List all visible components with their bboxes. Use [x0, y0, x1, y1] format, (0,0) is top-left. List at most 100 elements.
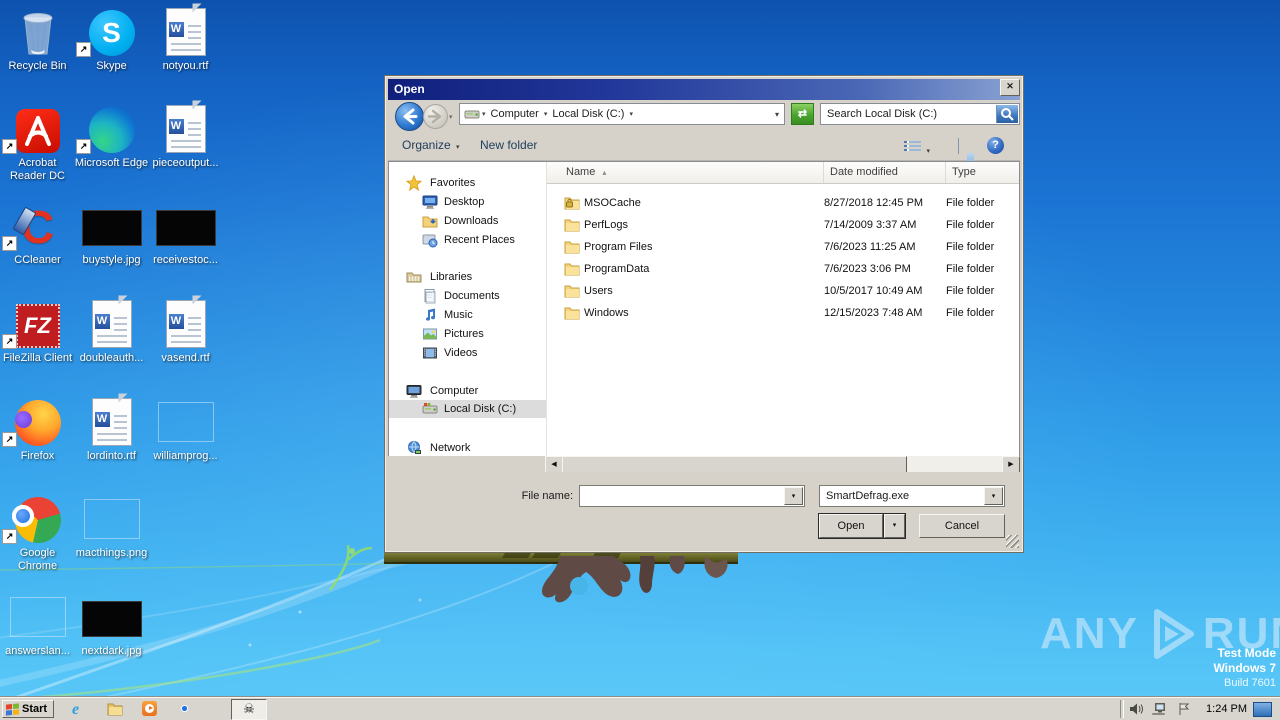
desktop-icon-buystyle[interactable]: buystyle.jpg: [74, 200, 149, 267]
desktop-icon-lordinto[interactable]: W lordinto.rtf: [74, 393, 149, 463]
anyrun-text-left: ANY: [1040, 609, 1139, 658]
crumb-dropdown-icon[interactable]: ▾: [482, 110, 486, 118]
sidebar-item-local-disk-c[interactable]: Local Disk (C:): [389, 400, 546, 418]
file-type-dropdown-button[interactable]: ▾: [984, 487, 1003, 505]
address-bar[interactable]: ▾ Computer ▾ Local Disk (C:) ▾ ▾: [459, 103, 785, 125]
file-row-perflogs[interactable]: PerfLogs 7/14/2009 3:37 AM File folder: [547, 214, 1019, 236]
documents-icon: [424, 289, 436, 304]
desktop-icon-doubleauth[interactable]: W doubleauth...: [74, 295, 149, 365]
file-type-combo[interactable]: SmartDefrag.exe ▾: [819, 485, 1005, 507]
desktop-icon-williamprog[interactable]: williamprog...: [148, 396, 223, 463]
scroll-left-icon: ◀: [551, 461, 557, 468]
crumb-dropdown-icon[interactable]: ▾: [544, 110, 548, 118]
dialog-toolbar: Organize ▾ New folder ▾ ?: [388, 132, 1020, 181]
windows-explorer-icon[interactable]: [107, 701, 123, 717]
file-row-users[interactable]: Users 10/5/2017 10:49 AM File folder: [547, 280, 1019, 302]
back-button[interactable]: [395, 102, 424, 131]
dialog-titlebar[interactable]: Open: [388, 79, 1020, 100]
sidebar-item-favorites[interactable]: Favorites: [389, 174, 546, 192]
desktop-icon-answerslan[interactable]: answerslan...: [0, 591, 75, 658]
taskbar-clock[interactable]: 1:24 PM: [1206, 698, 1247, 720]
cancel-button[interactable]: Cancel: [919, 514, 1005, 538]
local-disk-icon: [422, 403, 438, 414]
views-button[interactable]: ▾: [904, 139, 932, 156]
desktop-icon-pieceoutput[interactable]: W pieceoutput...: [148, 100, 223, 170]
crumb-dropdown-icon[interactable]: ▾: [629, 110, 633, 118]
start-button[interactable]: Start: [2, 700, 54, 718]
dialog-content: Favorites Desktop Downloads Recent Place…: [388, 161, 1020, 456]
forward-button[interactable]: [423, 104, 448, 129]
word-document-icon: W: [91, 393, 132, 446]
desktop-icon-recycle-bin[interactable]: Recycle Bin: [0, 6, 75, 73]
desktop-icon-macthings[interactable]: macthings.png: [74, 493, 149, 560]
desktop-icon-ccleaner[interactable]: C ↗ CCleaner: [0, 200, 75, 267]
sidebar-item-network[interactable]: Network: [389, 439, 546, 456]
column-header-name[interactable]: Name ▴: [547, 162, 824, 183]
breadcrumb-local-disk[interactable]: Local Disk (C:): [552, 108, 624, 120]
file-name-combo[interactable]: ▾: [579, 485, 805, 507]
shortcut-arrow-icon: ↗: [2, 432, 17, 447]
sidebar-item-recent-places[interactable]: Recent Places: [389, 231, 546, 249]
libraries-icon: [406, 272, 422, 283]
sidebar-item-videos[interactable]: Videos: [389, 344, 546, 362]
shortcut-arrow-icon: ↗: [2, 334, 17, 349]
shortcut-arrow-icon: ↗: [2, 529, 17, 544]
dialog-footer: File name: ▾ SmartDefrag.exe ▾ Open ▾ Ca…: [388, 472, 1020, 549]
file-row-programdata[interactable]: ProgramData 7/6/2023 3:06 PM File folder: [547, 258, 1019, 280]
running-sample-task-button[interactable]: ☠: [231, 699, 267, 720]
horizontal-scrollbar[interactable]: ◀ ▶: [545, 456, 1020, 474]
desktop-icon-filezilla[interactable]: FZ ↗ FileZilla Client: [0, 298, 75, 365]
edge-icon: [88, 107, 135, 153]
show-desktop-button[interactable]: [1253, 702, 1272, 717]
word-document-icon: W: [165, 295, 206, 348]
edge-taskbar-icon[interactable]: [212, 701, 228, 717]
open-split-dropdown[interactable]: ▾: [884, 514, 905, 538]
test-mode-label: Test Mode Windows 7 Build 7601: [1213, 646, 1276, 691]
desktop-icon-nextdark[interactable]: nextdark.jpg: [74, 591, 149, 658]
column-header-date-modified[interactable]: Date modified: [824, 162, 946, 183]
help-button[interactable]: ?: [987, 137, 1004, 154]
network-icon: [408, 441, 421, 454]
recent-pages-dropdown[interactable]: ▾: [449, 113, 453, 121]
sidebar-item-pictures[interactable]: Pictures: [389, 325, 546, 343]
refresh-button[interactable]: ⇄: [791, 103, 814, 125]
sidebar-item-computer[interactable]: Computer: [389, 382, 546, 400]
desktop-icon-notyou-rtf[interactable]: W notyou.rtf: [148, 3, 223, 73]
file-row-windows[interactable]: Windows 12/15/2023 7:48 AM File folder: [547, 302, 1019, 324]
desktop-icon-vasend[interactable]: W vasend.rtf: [148, 295, 223, 365]
breadcrumb-computer[interactable]: Computer: [491, 108, 539, 120]
file-row-msocache[interactable]: MSOCache 8/27/2018 12:45 PM File folder: [547, 192, 1019, 214]
resize-grip[interactable]: [1006, 535, 1019, 548]
action-center-flag-icon[interactable]: [1178, 702, 1190, 716]
media-player-icon[interactable]: [142, 701, 158, 717]
desktop-icon-chrome[interactable]: ↗ Google Chrome: [0, 493, 75, 573]
search-button[interactable]: [996, 105, 1018, 123]
close-button[interactable]: ✕: [1000, 79, 1020, 96]
test-mode-line: Test Mode: [1217, 646, 1276, 660]
folder-icon: [564, 283, 580, 298]
network-icon[interactable]: [1152, 702, 1167, 716]
desktop-icon-receivestoc[interactable]: receivestoc...: [148, 200, 223, 267]
sidebar-item-downloads[interactable]: Downloads: [389, 212, 546, 230]
chrome-taskbar-icon[interactable]: [177, 701, 193, 717]
desktop-icon-edge[interactable]: ↗ Microsoft Edge: [74, 103, 149, 170]
sidebar-item-desktop[interactable]: Desktop: [389, 193, 546, 211]
organize-menu[interactable]: Organize ▾: [402, 138, 462, 152]
desktop-icon: [422, 195, 438, 209]
desktop-icon-skype[interactable]: S ↗ Skype: [74, 6, 149, 73]
column-header-type[interactable]: Type: [946, 162, 1023, 183]
desktop-icon-acrobat[interactable]: ↗ Acrobat Reader DC: [0, 103, 75, 183]
file-row-program-files[interactable]: Program Files 7/6/2023 11:25 AM File fol…: [547, 236, 1019, 258]
open-button[interactable]: Open: [819, 514, 883, 538]
sidebar-item-music[interactable]: Music: [389, 306, 546, 324]
address-history-dropdown-icon[interactable]: ▾: [775, 110, 779, 119]
sidebar-item-libraries[interactable]: Libraries: [389, 268, 546, 286]
desktop-icon-firefox[interactable]: ↗ Firefox: [0, 396, 75, 463]
internet-explorer-icon[interactable]: e: [72, 701, 88, 718]
sidebar-item-documents[interactable]: Documents: [389, 287, 546, 305]
file-name-input[interactable]: [582, 488, 784, 504]
search-box[interactable]: Search Local Disk (C:): [820, 103, 1020, 125]
volume-icon[interactable]: [1130, 703, 1143, 715]
file-name-dropdown-button[interactable]: ▾: [784, 487, 803, 505]
new-folder-button[interactable]: New folder: [480, 138, 537, 152]
